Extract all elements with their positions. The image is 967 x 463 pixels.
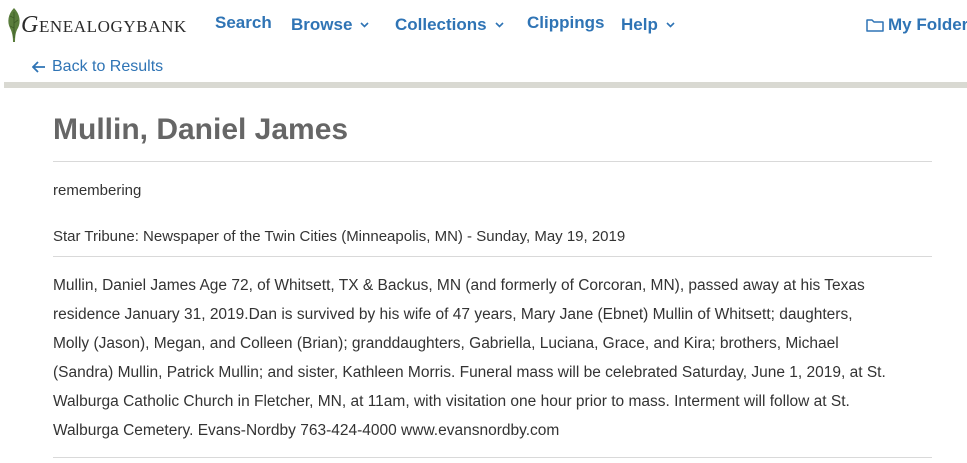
back-to-results-link[interactable]: Back to Results <box>32 58 163 76</box>
body-line: residence January 31, 2019.Dan is surviv… <box>53 306 853 323</box>
article-source: Star Tribune: Newspaper of the Twin Citi… <box>53 228 626 245</box>
source-divider <box>53 256 932 257</box>
body-divider <box>53 457 932 458</box>
folder-icon <box>866 19 884 32</box>
nav-browse[interactable]: Browse <box>291 13 369 35</box>
genealogybank-logo[interactable]: GENEALOGYBANK <box>4 2 187 46</box>
nav-clippings[interactable]: Clippings <box>527 13 604 33</box>
body-line: Molly (Jason), Megan, and Colleen (Brian… <box>53 335 839 352</box>
arrow-left-icon <box>32 61 45 73</box>
top-navigation: GENEALOGYBANK Search Browse Collections … <box>0 0 967 50</box>
body-line: Walburga Cemetery. Evans-Nordby 763-424-… <box>53 422 560 439</box>
header-divider <box>4 82 967 88</box>
nav-search-label: Search <box>215 13 272 32</box>
logo-wordmark: GENEALOGYBANK <box>21 12 187 39</box>
nav-clippings-label: Clippings <box>527 13 605 32</box>
my-folder-label: My Folder <box>888 15 967 34</box>
title-divider <box>53 161 932 162</box>
logo-text: ENEALOGYBANK <box>38 16 187 36</box>
chevron-down-icon <box>495 13 504 33</box>
chevron-down-icon <box>666 13 675 33</box>
body-line: (Sandra) Mullin, Patrick Mullin; and sis… <box>53 364 886 381</box>
body-line: Mullin, Daniel James Age 72, of Whitsett… <box>53 277 865 294</box>
nav-help-label: Help <box>621 15 658 34</box>
nav-search[interactable]: Search <box>215 13 272 33</box>
nav-browse-label: Browse <box>291 15 353 34</box>
nav-help[interactable]: Help <box>621 13 675 35</box>
article-category: remembering <box>53 182 142 199</box>
my-folder-link[interactable]: My Folder <box>866 15 967 35</box>
chevron-down-icon <box>360 13 369 33</box>
article-body: Mullin, Daniel James Age 72, of Whitsett… <box>53 271 933 445</box>
nav-collections[interactable]: Collections <box>395 13 504 35</box>
nav-collections-label: Collections <box>395 15 487 34</box>
page-title: Mullin, Daniel James <box>53 113 349 146</box>
back-to-results-label: Back to Results <box>52 58 164 75</box>
body-line: Walburga Catholic Church in Fletcher, MN… <box>53 393 850 410</box>
logo-initial: G <box>21 11 39 38</box>
